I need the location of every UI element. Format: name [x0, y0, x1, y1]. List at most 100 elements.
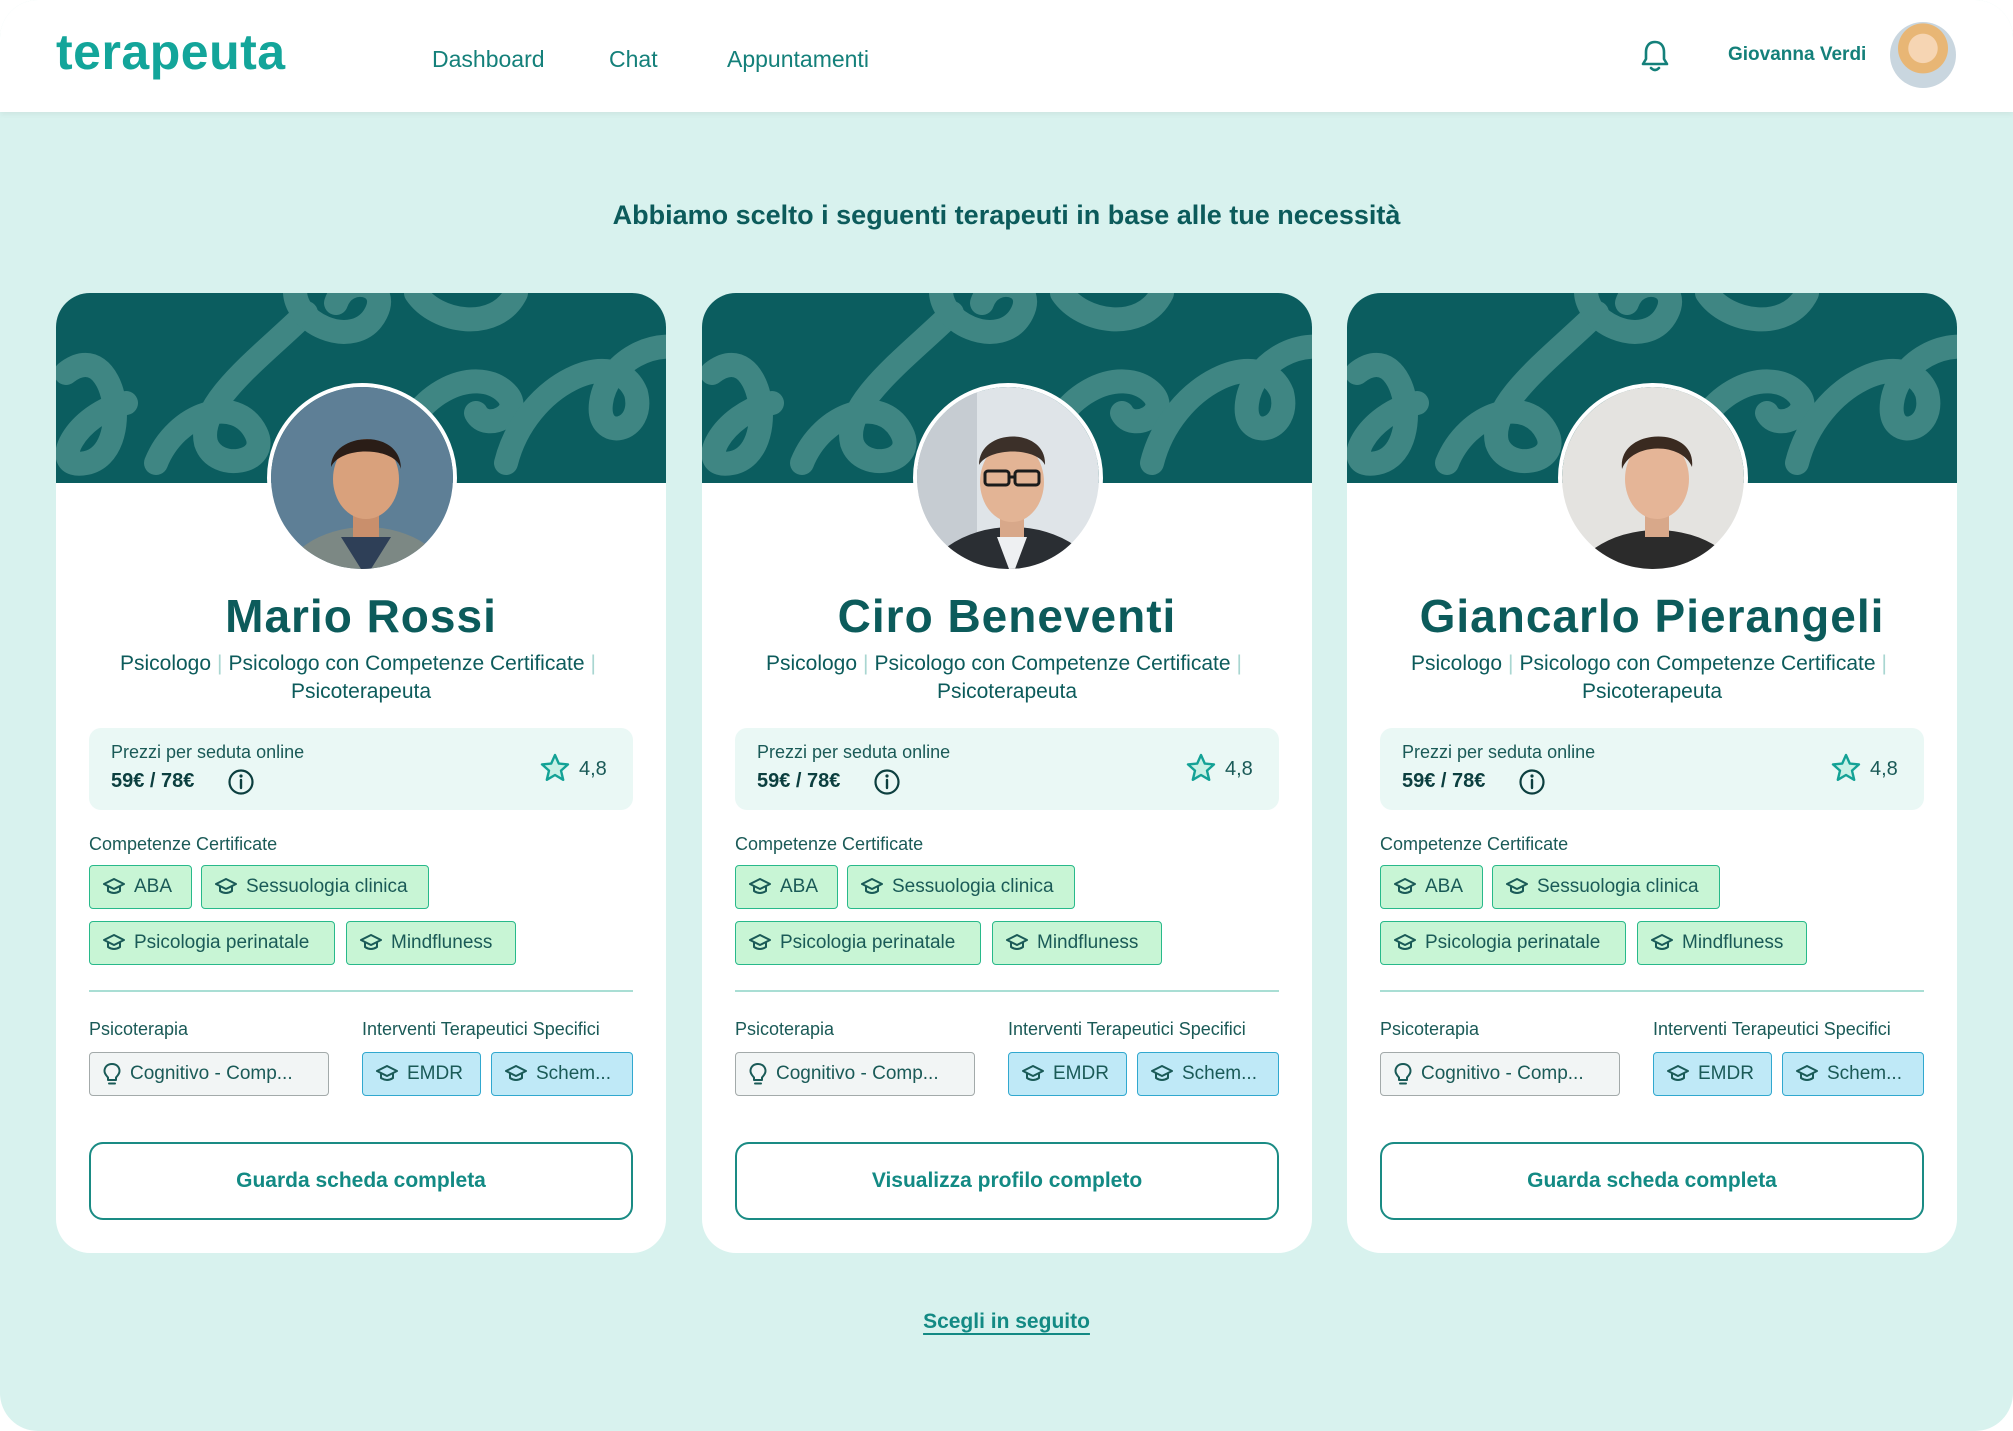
- role-item: Psicologo: [1410, 652, 1503, 675]
- view-profile-button[interactable]: Guarda scheda completa: [1380, 1142, 1924, 1220]
- star-icon: [1831, 753, 1861, 781]
- price-label: Prezzi per seduta online: [1402, 742, 1596, 762]
- graduation-cap-icon: [861, 878, 883, 894]
- price-value: 59€ / 78€: [757, 770, 841, 792]
- chip-label: Psicologia perinatale: [1425, 932, 1601, 953]
- role-item: Psicologo: [119, 652, 212, 675]
- nav-chat[interactable]: Chat: [609, 46, 658, 73]
- intervento-chip[interactable]: Schem...: [1782, 1052, 1924, 1096]
- competenza-chip[interactable]: ABA: [89, 865, 192, 909]
- logo[interactable]: terapeuta: [56, 22, 286, 82]
- section-divider: [735, 990, 1279, 992]
- chip-label: EMDR: [1698, 1063, 1754, 1084]
- intervento-chip[interactable]: EMDR: [1008, 1052, 1127, 1096]
- role-separator: |: [590, 652, 596, 675]
- chip-label: Psicologia perinatale: [134, 932, 310, 953]
- top-navbar: terapeuta Dashboard Chat Appuntamenti Gi…: [0, 0, 2013, 112]
- competenza-chip[interactable]: Psicologia perinatale: [735, 921, 981, 965]
- info-icon[interactable]: [1518, 768, 1546, 796]
- intervento-chip[interactable]: EMDR: [1653, 1052, 1772, 1096]
- nav-appuntamenti[interactable]: Appuntamenti: [727, 46, 869, 73]
- psicoterapia-chip[interactable]: Cognitivo - Comp...: [89, 1052, 329, 1096]
- bell-icon[interactable]: [1639, 38, 1671, 74]
- role-item: Psicoterapeuta: [1581, 680, 1723, 703]
- role-separator: |: [863, 652, 869, 675]
- intervento-chip[interactable]: EMDR: [362, 1052, 481, 1096]
- competenza-chip[interactable]: ABA: [735, 865, 838, 909]
- lightbulb-icon: [749, 1063, 767, 1085]
- graduation-cap-icon: [1022, 1065, 1044, 1081]
- graduation-cap-icon: [1796, 1065, 1818, 1081]
- graduation-cap-icon: [215, 878, 237, 894]
- role-separator: |: [217, 652, 223, 675]
- choose-later-link[interactable]: Scegli in seguito: [0, 1310, 2013, 1334]
- psicoterapia-chip[interactable]: Cognitivo - Comp...: [1380, 1052, 1620, 1096]
- psicoterapia-label: Psicoterapia: [89, 1019, 189, 1039]
- price-box: Prezzi per seduta online 59€ / 78€ 4,8: [735, 728, 1279, 810]
- graduation-cap-icon: [1506, 878, 1528, 894]
- role-item: Psicologo: [765, 652, 858, 675]
- price-box: Prezzi per seduta online 59€ / 78€ 4,8: [1380, 728, 1924, 810]
- rating-value: 4,8: [1225, 758, 1253, 780]
- role-item: Psicologo con Competenze Certificate: [1519, 652, 1876, 675]
- graduation-cap-icon: [1006, 934, 1028, 950]
- therapist-roles: Psicologo | Psicologo con Competenze Certi…: [86, 650, 636, 706]
- user-avatar[interactable]: [1890, 22, 1956, 88]
- chip-label: Sessuologia clinica: [246, 876, 408, 897]
- price-box: Prezzi per seduta online 59€ / 78€ 4,8: [89, 728, 633, 810]
- view-profile-button[interactable]: Visualizza profilo completo: [735, 1142, 1279, 1220]
- role-item: Psicoterapeuta: [936, 680, 1078, 703]
- graduation-cap-icon: [1394, 934, 1416, 950]
- chip-label: ABA: [1425, 876, 1464, 897]
- competenza-chip[interactable]: Mindfluness: [346, 921, 516, 965]
- chip-label: Schem...: [1182, 1063, 1257, 1084]
- info-icon[interactable]: [873, 768, 901, 796]
- chip-label: Sessuologia clinica: [892, 876, 1054, 897]
- intervento-chip[interactable]: Schem...: [491, 1052, 633, 1096]
- chip-label: Sessuologia clinica: [1537, 876, 1699, 897]
- rating-value: 4,8: [579, 758, 607, 780]
- role-separator: |: [1881, 652, 1887, 675]
- competenza-chip[interactable]: Sessuologia clinica: [1492, 865, 1720, 909]
- graduation-cap-icon: [749, 878, 771, 894]
- lightbulb-icon: [1394, 1063, 1412, 1085]
- competenza-chip[interactable]: ABA: [1380, 865, 1483, 909]
- view-profile-button[interactable]: Guarda scheda completa: [89, 1142, 633, 1220]
- role-item: Psicologo con Competenze Certificate: [228, 652, 585, 675]
- therapist-card-1: Mario Rossi Psicologo | Psicologo con Comp…: [56, 293, 666, 1253]
- interventi-label: Interventi Terapeutici Specifici: [1008, 1019, 1246, 1039]
- competenza-chip[interactable]: Sessuologia clinica: [847, 865, 1075, 909]
- chip-label: Cognitivo - Comp...: [130, 1063, 293, 1084]
- therapist-name: Giancarlo Pierangeli: [1419, 590, 1885, 642]
- role-separator: |: [1508, 652, 1514, 675]
- role-item: Psicoterapeuta: [290, 680, 432, 703]
- graduation-cap-icon: [1651, 934, 1673, 950]
- competenze-label: Competenze Certificate: [89, 834, 278, 854]
- psicoterapia-label: Psicoterapia: [1380, 1019, 1480, 1039]
- intervento-chip[interactable]: Schem...: [1137, 1052, 1279, 1096]
- psicoterapia-label: Psicoterapia: [735, 1019, 835, 1039]
- chip-label: Mindfluness: [1037, 932, 1139, 953]
- therapist-portrait: [1562, 387, 1744, 569]
- competenza-chip[interactable]: Psicologia perinatale: [89, 921, 335, 965]
- competenza-chip[interactable]: Sessuologia clinica: [201, 865, 429, 909]
- chip-label: Cognitivo - Comp...: [776, 1063, 939, 1084]
- chip-label: ABA: [780, 876, 819, 897]
- nav-dashboard[interactable]: Dashboard: [432, 46, 545, 73]
- user-name[interactable]: Giovanna Verdi: [1728, 44, 1866, 66]
- competenza-chip[interactable]: Psicologia perinatale: [1380, 921, 1626, 965]
- psicoterapia-chip[interactable]: Cognitivo - Comp...: [735, 1052, 975, 1096]
- therapist-name: Mario Rossi: [225, 590, 497, 642]
- price-value: 59€ / 78€: [1402, 770, 1486, 792]
- chip-label: Mindfluness: [1682, 932, 1784, 953]
- therapist-name: Ciro Beneventi: [837, 590, 1177, 642]
- competenza-chip[interactable]: Mindfluness: [992, 921, 1162, 965]
- price-label: Prezzi per seduta online: [111, 742, 305, 762]
- chip-label: EMDR: [1053, 1063, 1109, 1084]
- graduation-cap-icon: [103, 878, 125, 894]
- role-separator: |: [1236, 652, 1242, 675]
- competenza-chip[interactable]: Mindfluness: [1637, 921, 1807, 965]
- star-icon: [1186, 753, 1216, 781]
- info-icon[interactable]: [227, 768, 255, 796]
- therapist-photo: [267, 383, 457, 573]
